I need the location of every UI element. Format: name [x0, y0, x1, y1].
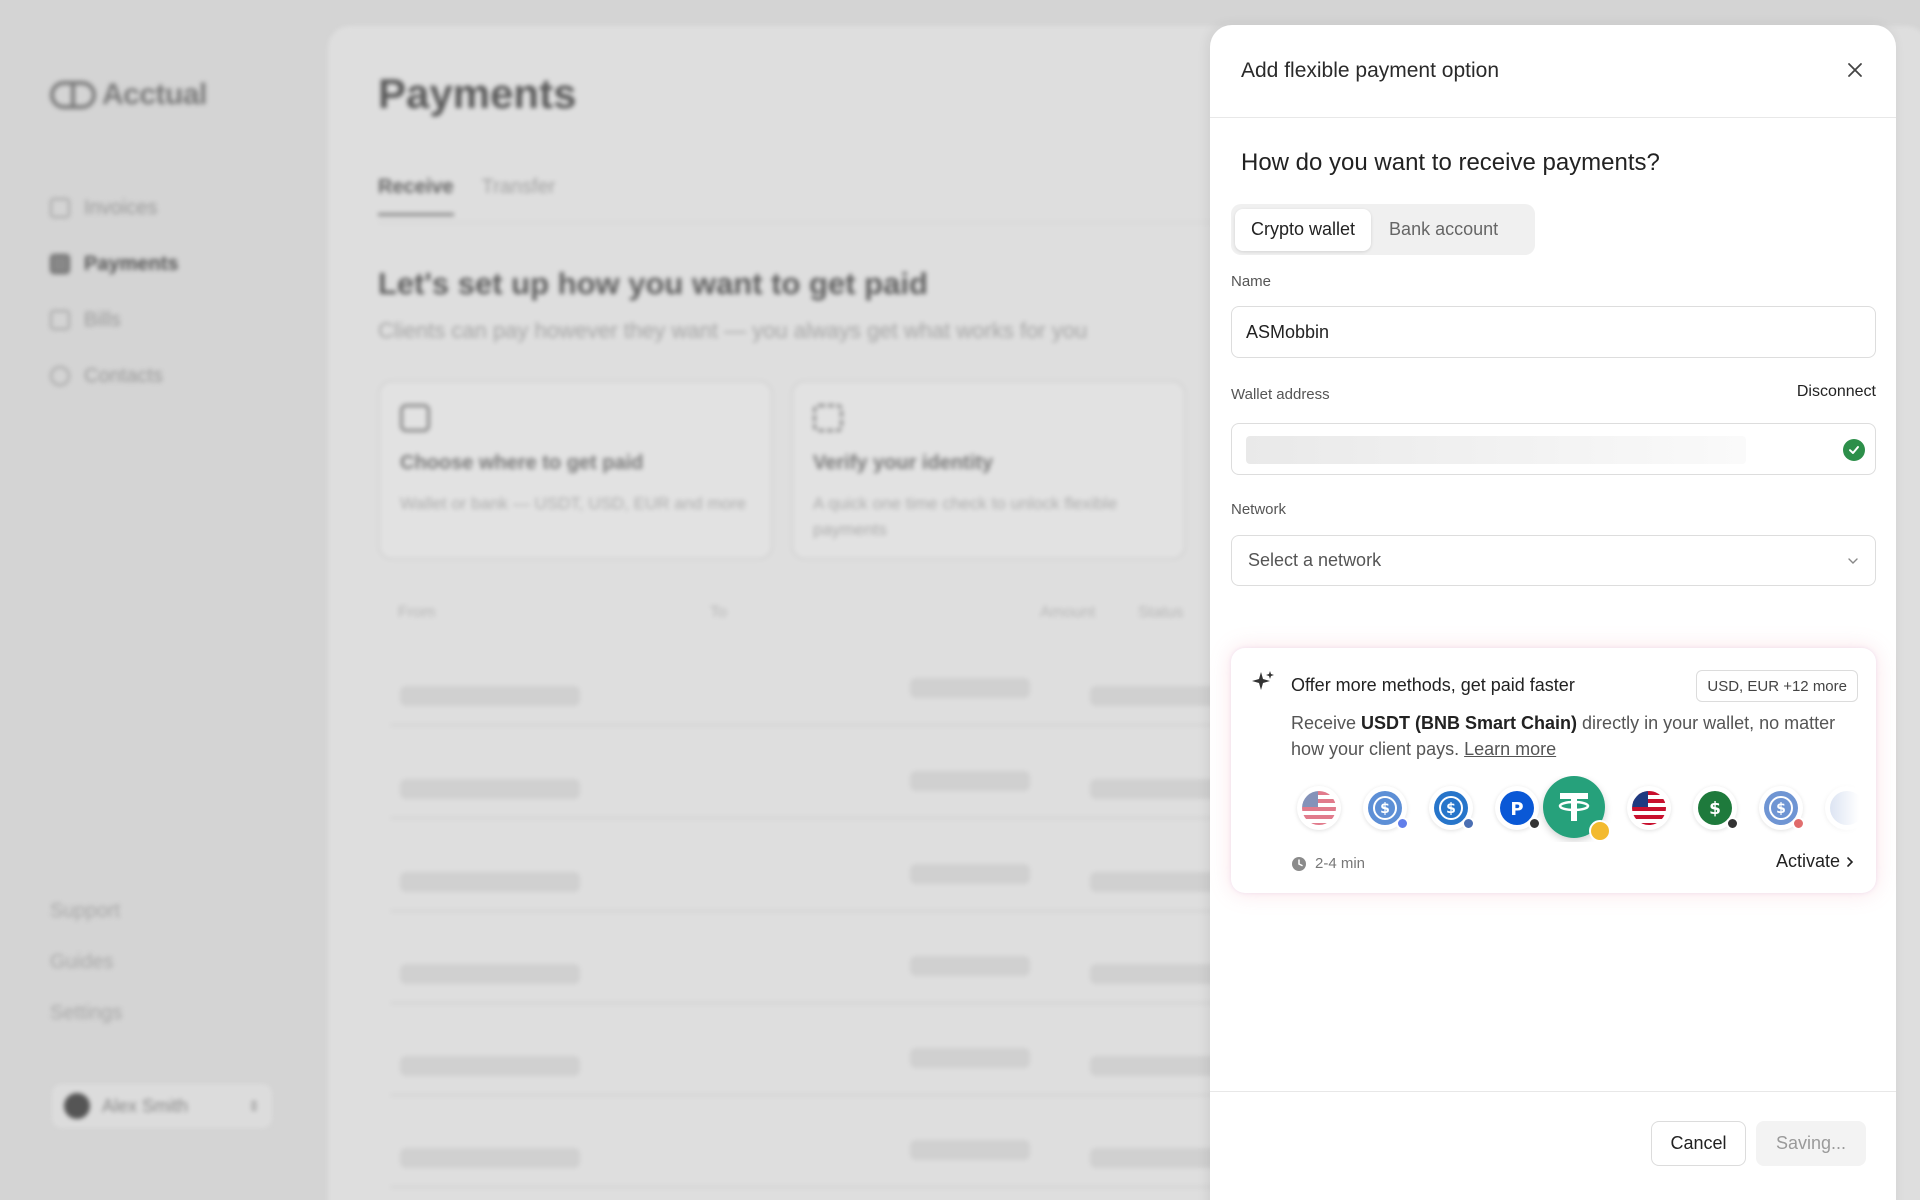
close-button[interactable] [1840, 55, 1870, 85]
svg-text:$: $ [1776, 801, 1786, 817]
name-label: Name [1231, 273, 1272, 290]
wallet-address-label: Wallet address [1231, 386, 1330, 403]
promo-card: Offer more methods, get paid faster USD,… [1231, 648, 1876, 893]
drawer-footer: Cancel Saving... [1210, 1091, 1896, 1200]
us-flag-icon [1297, 786, 1341, 830]
payment-method-icons: $ $ P $ $ [1289, 776, 1859, 842]
disconnect-button[interactable]: Disconnect [1797, 383, 1876, 401]
svg-text:P: P [1510, 799, 1523, 820]
receive-question: How do you want to receive payments? [1241, 149, 1660, 176]
segment-bank-account[interactable]: Bank account [1373, 209, 1514, 251]
network-select-value: Select a network [1248, 550, 1382, 570]
tether-icon [1543, 776, 1611, 842]
network-label: Network [1231, 501, 1287, 518]
network-select[interactable]: Select a network [1231, 535, 1876, 586]
processing-time: 2-4 min [1291, 855, 1365, 872]
wallet-address-input[interactable]: 0 [1231, 423, 1876, 475]
chevron-right-icon [1847, 856, 1854, 867]
usdc-arbitrum-icon: $ [1759, 786, 1805, 830]
activate-button[interactable]: Activate [1776, 851, 1854, 872]
promo-title: Offer more methods, get paid faster [1291, 675, 1575, 695]
us-flag-icon [1627, 786, 1671, 830]
sparkle-icon [1252, 671, 1274, 690]
add-payment-option-drawer: Add flexible payment option How do you w… [1210, 25, 1896, 1200]
usdc-solana-icon: $ [1429, 786, 1475, 830]
learn-more-link[interactable]: Learn more [1464, 739, 1556, 759]
promo-description: Receive USDT (BNB Smart Chain) directly … [1291, 713, 1836, 759]
svg-text:$: $ [1709, 799, 1721, 819]
chevron-down-icon [1848, 557, 1858, 564]
dollar-green-icon: $ [1693, 786, 1739, 830]
usdc-icon: $ [1363, 786, 1409, 830]
save-button[interactable]: Saving... [1756, 1121, 1866, 1166]
close-icon [1848, 63, 1862, 77]
svg-text:$: $ [1380, 801, 1390, 817]
clock-icon [1292, 856, 1306, 871]
drawer-title: Add flexible payment option [1241, 59, 1499, 82]
payment-type-toggle: Crypto wallet Bank account [1231, 204, 1535, 255]
cancel-button[interactable]: Cancel [1651, 1121, 1746, 1166]
check-icon [1843, 439, 1865, 461]
drawer-header: Add flexible payment option [1210, 25, 1896, 118]
name-input[interactable] [1231, 306, 1876, 358]
svg-text:$: $ [1446, 801, 1456, 817]
segment-crypto-wallet[interactable]: Crypto wallet [1235, 208, 1372, 251]
wallet-address-redaction [1246, 436, 1746, 464]
currencies-badge: USD, EUR +12 more [1696, 670, 1858, 702]
pyusd-icon: P [1495, 786, 1541, 830]
